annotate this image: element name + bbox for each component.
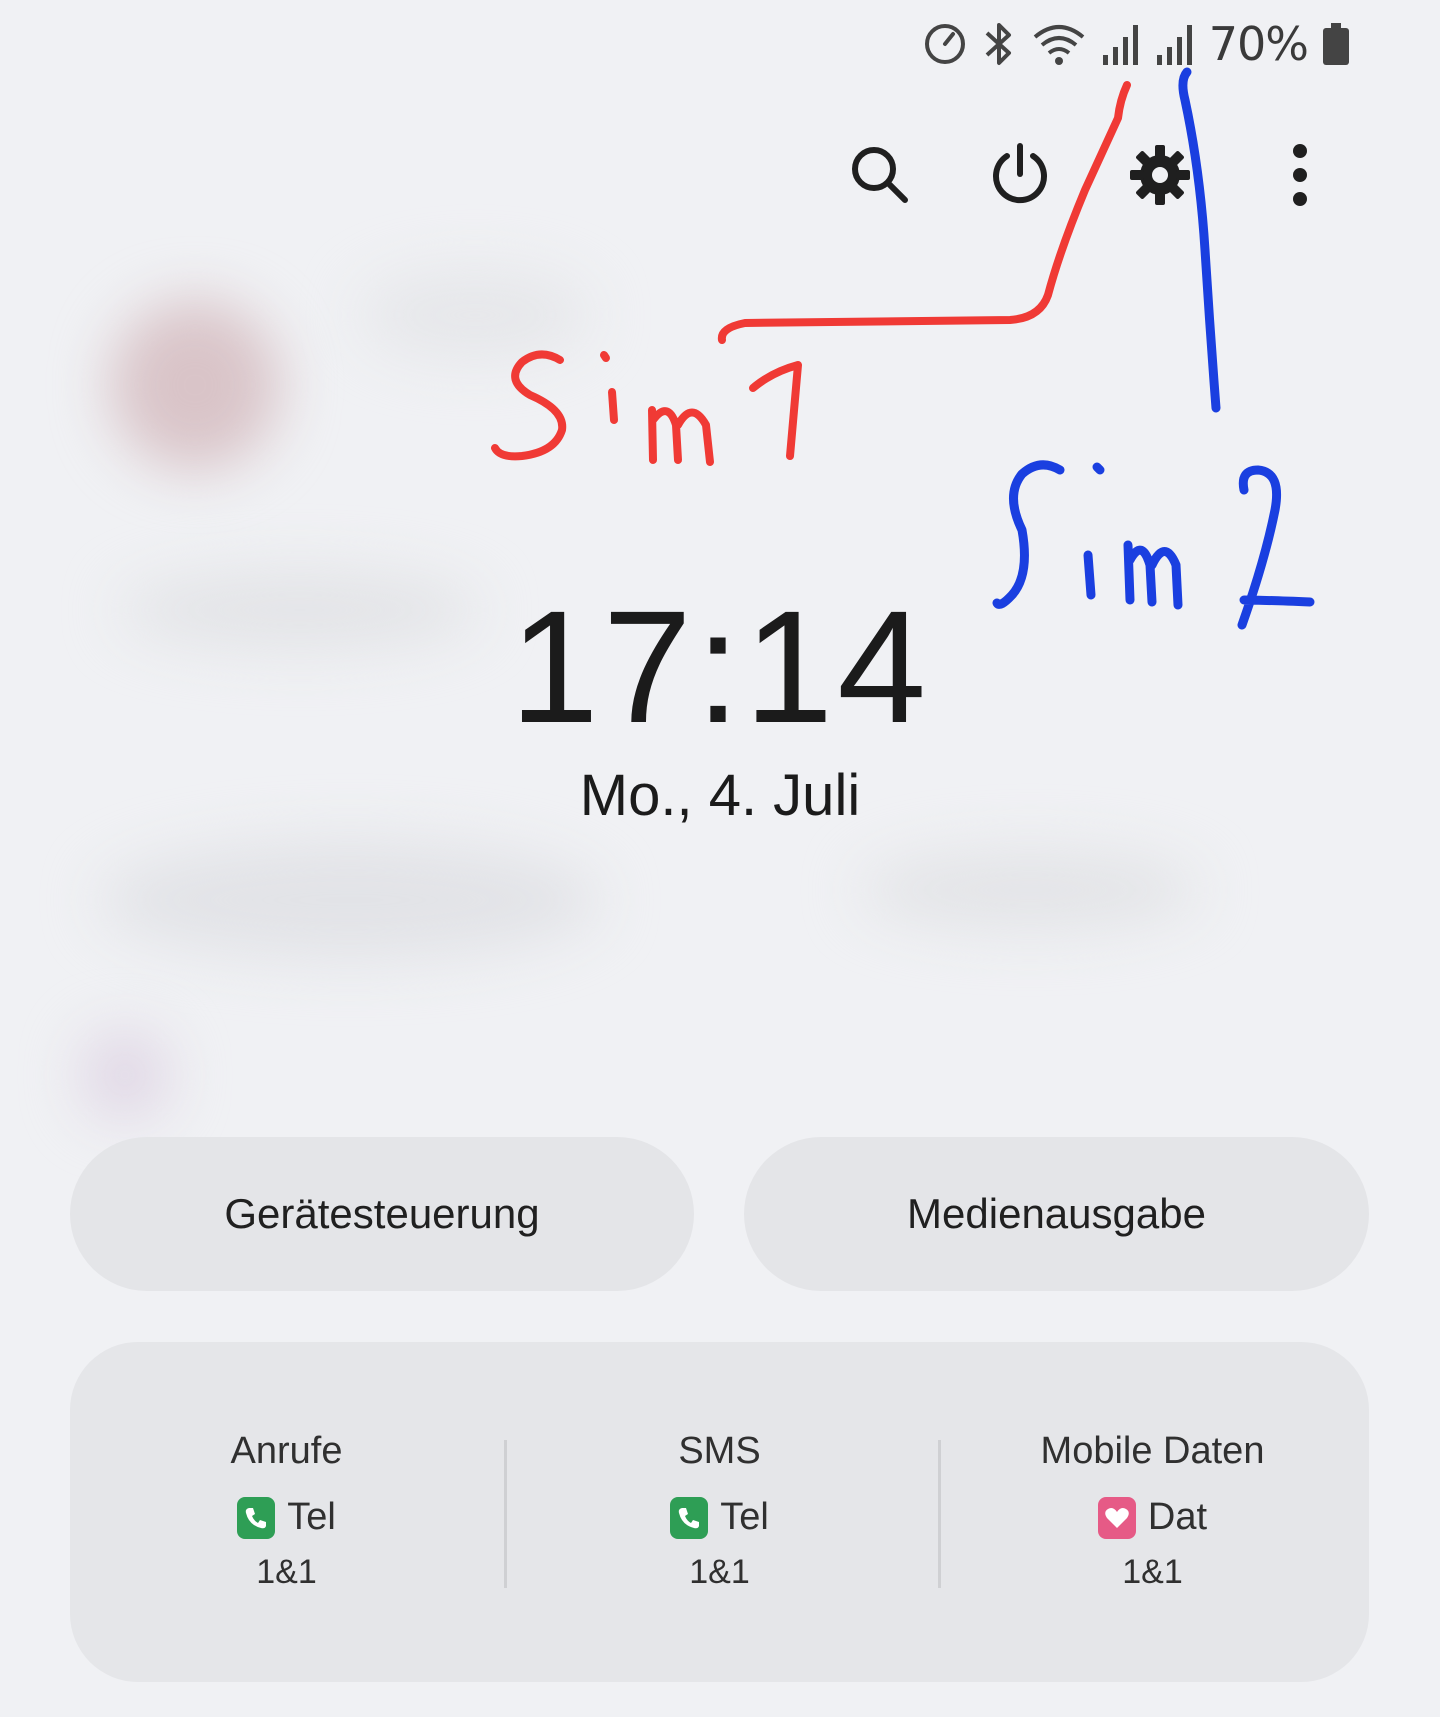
sim1-annotation-text: [491, 350, 802, 466]
handwritten-annotations: [491, 67, 1315, 630]
sim2-annotation-text: [992, 460, 1315, 630]
